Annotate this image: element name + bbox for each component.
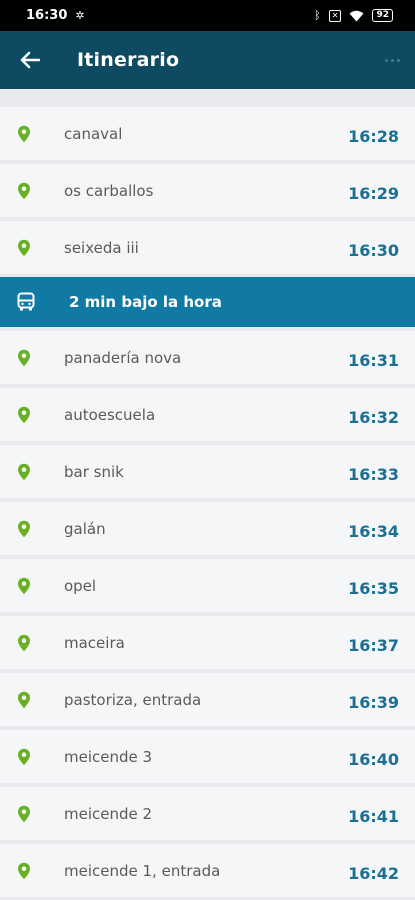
stop-time: 16:29 xyxy=(348,184,399,203)
back-button[interactable] xyxy=(0,31,60,89)
stops-after-group: panadería nova 16:31 autoescuela 16:32 bar s… xyxy=(0,331,415,897)
stop-name: os carballos xyxy=(64,181,154,200)
battery-icon: 92 xyxy=(372,9,393,22)
wifi-icon xyxy=(349,10,364,22)
stops-before-group: canaval 16:28 os carballos 16:29 seixeda iii… xyxy=(0,107,415,274)
bus-status-text: 2 min bajo la hora xyxy=(69,293,222,311)
location-pin-icon xyxy=(18,805,30,823)
stop-name: pastoriza, entrada xyxy=(64,690,202,709)
bluetooth-icon: ᛒ xyxy=(314,9,321,22)
itinerary-list[interactable]: canaval 16:28 os carballos 16:29 seixeda iii… xyxy=(0,89,415,900)
stop-row[interactable]: pastoriza, entrada 16:39 xyxy=(0,673,415,726)
location-pin-icon xyxy=(18,406,30,424)
status-time: 16:30 xyxy=(26,8,68,23)
stop-row[interactable]: meicende 2 16:41 xyxy=(0,787,415,840)
no-sim-icon: ✕ xyxy=(328,9,342,22)
stop-row[interactable]: bar snik 16:33 xyxy=(0,445,415,498)
settings-icon: ✲ xyxy=(75,9,85,22)
status-bar: 16:30 ✲ ᛒ ✕ 92 xyxy=(0,0,415,31)
location-pin-icon xyxy=(18,862,30,880)
stop-row[interactable]: canaval 16:28 xyxy=(0,107,415,160)
stop-time: 16:31 xyxy=(348,351,399,370)
stop-name: bar snik xyxy=(64,462,124,481)
stop-name: meicende 1, entrada xyxy=(64,861,221,880)
stop-time: 16:30 xyxy=(348,241,399,260)
app-bar: Itinerario xyxy=(0,31,415,89)
location-pin-icon xyxy=(18,577,30,595)
location-pin-icon xyxy=(18,239,30,257)
location-pin-icon xyxy=(18,182,30,200)
stop-row[interactable]: galán 16:34 xyxy=(0,502,415,555)
stop-row[interactable]: meicende 3 16:40 xyxy=(0,730,415,783)
stop-row[interactable]: maceira 16:37 xyxy=(0,616,415,669)
stop-row[interactable]: seixeda iii 16:30 xyxy=(0,221,415,274)
stop-name: seixeda iii xyxy=(64,238,139,257)
stop-time: 16:35 xyxy=(348,579,399,598)
stop-name: autoescuela xyxy=(64,405,156,424)
stop-time: 16:28 xyxy=(348,127,399,146)
bus-position-banner: 2 min bajo la hora xyxy=(0,277,415,327)
location-pin-icon xyxy=(18,634,30,652)
stop-time: 16:34 xyxy=(348,522,399,541)
stop-time: 16:42 xyxy=(348,864,399,883)
stop-time: 16:41 xyxy=(348,807,399,826)
stop-row[interactable]: autoescuela 16:32 xyxy=(0,388,415,441)
more-options-button[interactable] xyxy=(379,50,405,70)
stop-row[interactable]: meicende 1, entrada 16:42 xyxy=(0,844,415,897)
stop-name: canaval xyxy=(64,124,123,143)
bus-icon xyxy=(17,292,35,311)
location-pin-icon xyxy=(18,463,30,481)
stop-row[interactable]: os carballos 16:29 xyxy=(0,164,415,217)
stop-name: galán xyxy=(64,519,106,538)
location-pin-icon xyxy=(18,125,30,143)
stop-row[interactable]: panadería nova 16:31 xyxy=(0,331,415,384)
stop-name: meicende 3 xyxy=(64,747,153,766)
more-dots-icon xyxy=(384,58,388,62)
stop-time: 16:39 xyxy=(348,693,399,712)
stop-row[interactable]: opel 16:35 xyxy=(0,559,415,612)
location-pin-icon xyxy=(18,691,30,709)
stop-time: 16:33 xyxy=(348,465,399,484)
location-pin-icon xyxy=(18,349,30,367)
stop-name: maceira xyxy=(64,633,125,652)
stop-name: meicende 2 xyxy=(64,804,153,823)
page-title: Itinerario xyxy=(77,49,180,71)
arrow-left-icon xyxy=(20,51,40,69)
location-pin-icon xyxy=(18,748,30,766)
stop-time: 16:40 xyxy=(348,750,399,769)
stop-name: panadería nova xyxy=(64,348,182,367)
location-pin-icon xyxy=(18,520,30,538)
stop-name: opel xyxy=(64,576,97,595)
stop-time: 16:37 xyxy=(348,636,399,655)
stop-time: 16:32 xyxy=(348,408,399,427)
